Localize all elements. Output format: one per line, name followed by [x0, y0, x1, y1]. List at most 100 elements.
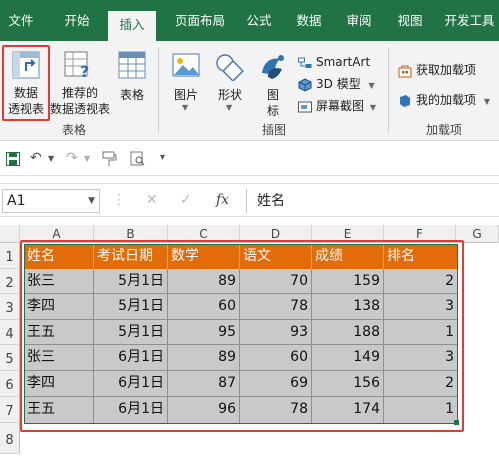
- table-header-cell[interactable]: 成绩: [312, 244, 384, 269]
- table-cell[interactable]: 138: [312, 294, 384, 320]
- print-preview-icon[interactable]: [130, 151, 146, 167]
- save-icon[interactable]: [6, 152, 20, 166]
- row-header-6[interactable]: 6: [0, 371, 20, 397]
- row-header-7[interactable]: 7: [0, 397, 20, 423]
- table-cell[interactable]: 李四: [24, 294, 94, 320]
- table-cell[interactable]: 149: [312, 345, 384, 371]
- table-cell[interactable]: 78: [240, 397, 312, 424]
- column-header-b[interactable]: B: [94, 225, 168, 243]
- table-cell[interactable]: 60: [168, 294, 240, 320]
- customize-toolbar-icon[interactable]: ▾: [160, 152, 165, 163]
- row-header-5[interactable]: 5: [0, 345, 20, 371]
- shapes-icon: [216, 54, 244, 81]
- screenshot-button[interactable]: 屏幕截图 ▼: [298, 97, 376, 115]
- table-cell[interactable]: 3: [384, 345, 458, 371]
- table-cell[interactable]: 5月1日: [94, 269, 168, 294]
- table-cell[interactable]: 87: [168, 371, 240, 397]
- table-cell[interactable]: 5月1日: [94, 320, 168, 345]
- get-addins-button[interactable]: 获取加载项: [398, 61, 476, 79]
- my-addins-button[interactable]: 我的加载项 ▼: [398, 91, 490, 109]
- table-cell[interactable]: 2: [384, 371, 458, 397]
- table-cell[interactable]: 93: [240, 320, 312, 345]
- table-cell[interactable]: 6月1日: [94, 345, 168, 371]
- pictures-button[interactable]: 图片: [166, 87, 206, 103]
- formula-input[interactable]: 姓名: [246, 189, 499, 213]
- icons-button[interactable]: 图 标: [258, 87, 288, 119]
- cancel-icon[interactable]: ✕: [146, 192, 158, 208]
- table-header-cell[interactable]: 姓名: [24, 244, 94, 269]
- table-cell[interactable]: 159: [312, 269, 384, 294]
- table-cell[interactable]: 5月1日: [94, 294, 168, 320]
- table-cell[interactable]: 89: [168, 269, 240, 294]
- screenshot-dropdown-icon[interactable]: ▼: [370, 103, 376, 112]
- table-cell[interactable]: 李四: [24, 371, 94, 397]
- smartart-button[interactable]: SmartArt: [298, 53, 370, 71]
- redo-icon[interactable]: ↷: [66, 150, 78, 166]
- table-cell[interactable]: 95: [168, 320, 240, 345]
- table-cell[interactable]: 3: [384, 294, 458, 320]
- table-header-cell[interactable]: 数学: [168, 244, 240, 269]
- table-cell[interactable]: 张三: [24, 345, 94, 371]
- pictures-dropdown-icon[interactable]: ▼: [182, 103, 188, 112]
- table-button[interactable]: 表格: [112, 87, 152, 103]
- undo-dropdown-icon[interactable]: ▼: [48, 154, 54, 163]
- tab-insert[interactable]: 插入: [108, 11, 156, 41]
- name-box-dropdown-icon[interactable]: ▼: [88, 190, 95, 212]
- table-cell[interactable]: 70: [240, 269, 312, 294]
- paint-format-icon[interactable]: [102, 151, 118, 167]
- table-cell[interactable]: 96: [168, 397, 240, 424]
- table-cell[interactable]: 69: [240, 371, 312, 397]
- table-cell[interactable]: 6月1日: [94, 371, 168, 397]
- redo-dropdown-icon[interactable]: ▼: [84, 154, 90, 163]
- column-header-a[interactable]: A: [20, 225, 94, 243]
- screenshot-icon: [298, 101, 312, 112]
- row-header-4[interactable]: 4: [0, 320, 20, 345]
- table-cell[interactable]: 78: [240, 294, 312, 320]
- table-cell[interactable]: 6月1日: [94, 397, 168, 424]
- column-header-f[interactable]: F: [384, 225, 456, 243]
- table-cell[interactable]: 王五: [24, 320, 94, 345]
- table-cell[interactable]: 1: [384, 320, 458, 345]
- tab-page-layout[interactable]: 页面布局: [162, 0, 238, 41]
- tab-home[interactable]: 开始: [50, 0, 104, 41]
- my-addins-dropdown-icon[interactable]: ▼: [484, 97, 490, 106]
- column-header-e[interactable]: E: [312, 225, 384, 243]
- fill-handle[interactable]: [454, 420, 459, 425]
- shapes-button[interactable]: 形状: [210, 87, 250, 103]
- pivot-table-button[interactable]: 数据 透视表: [4, 85, 48, 117]
- undo-icon[interactable]: ↶: [30, 150, 42, 166]
- table-cell[interactable]: 张三: [24, 269, 94, 294]
- tab-formulas[interactable]: 公式: [240, 0, 278, 41]
- tab-view[interactable]: 视图: [390, 0, 430, 41]
- table-cell[interactable]: 188: [312, 320, 384, 345]
- tab-review[interactable]: 审阅: [338, 0, 380, 41]
- table-cell[interactable]: 王五: [24, 397, 94, 424]
- name-box[interactable]: A1 ▼: [2, 189, 100, 213]
- 3d-model-button[interactable]: 3D 模型 ▼: [298, 75, 375, 93]
- row-header-8[interactable]: 8: [0, 423, 20, 454]
- tab-developer[interactable]: 开发工具: [440, 0, 499, 41]
- table-header-cell[interactable]: 排名: [384, 244, 458, 269]
- enter-icon[interactable]: ✓: [180, 192, 192, 208]
- recommended-pivot-button[interactable]: 推荐的 数据透视表: [50, 85, 110, 117]
- table-header-cell[interactable]: 考试日期: [94, 244, 168, 269]
- table-cell[interactable]: 156: [312, 371, 384, 397]
- shapes-dropdown-icon[interactable]: ▼: [226, 103, 232, 112]
- row-header-3[interactable]: 3: [0, 294, 20, 320]
- tab-data[interactable]: 数据: [288, 0, 330, 41]
- row-header-1[interactable]: 1: [0, 243, 20, 269]
- table-cell[interactable]: 1: [384, 397, 458, 424]
- column-header-c[interactable]: C: [168, 225, 240, 243]
- table-cell[interactable]: 60: [240, 345, 312, 371]
- select-all-corner[interactable]: [0, 225, 20, 243]
- column-header-g[interactable]: G: [456, 225, 499, 243]
- table-cell[interactable]: 2: [384, 269, 458, 294]
- table-cell[interactable]: 174: [312, 397, 384, 424]
- table-header-cell[interactable]: 语文: [240, 244, 312, 269]
- insert-function-icon[interactable]: fx: [216, 192, 229, 208]
- tab-file[interactable]: 文件: [0, 0, 42, 41]
- table-cell[interactable]: 89: [168, 345, 240, 371]
- row-header-2[interactable]: 2: [0, 269, 20, 294]
- column-header-d[interactable]: D: [240, 225, 312, 243]
- 3d-model-dropdown-icon[interactable]: ▼: [369, 81, 375, 90]
